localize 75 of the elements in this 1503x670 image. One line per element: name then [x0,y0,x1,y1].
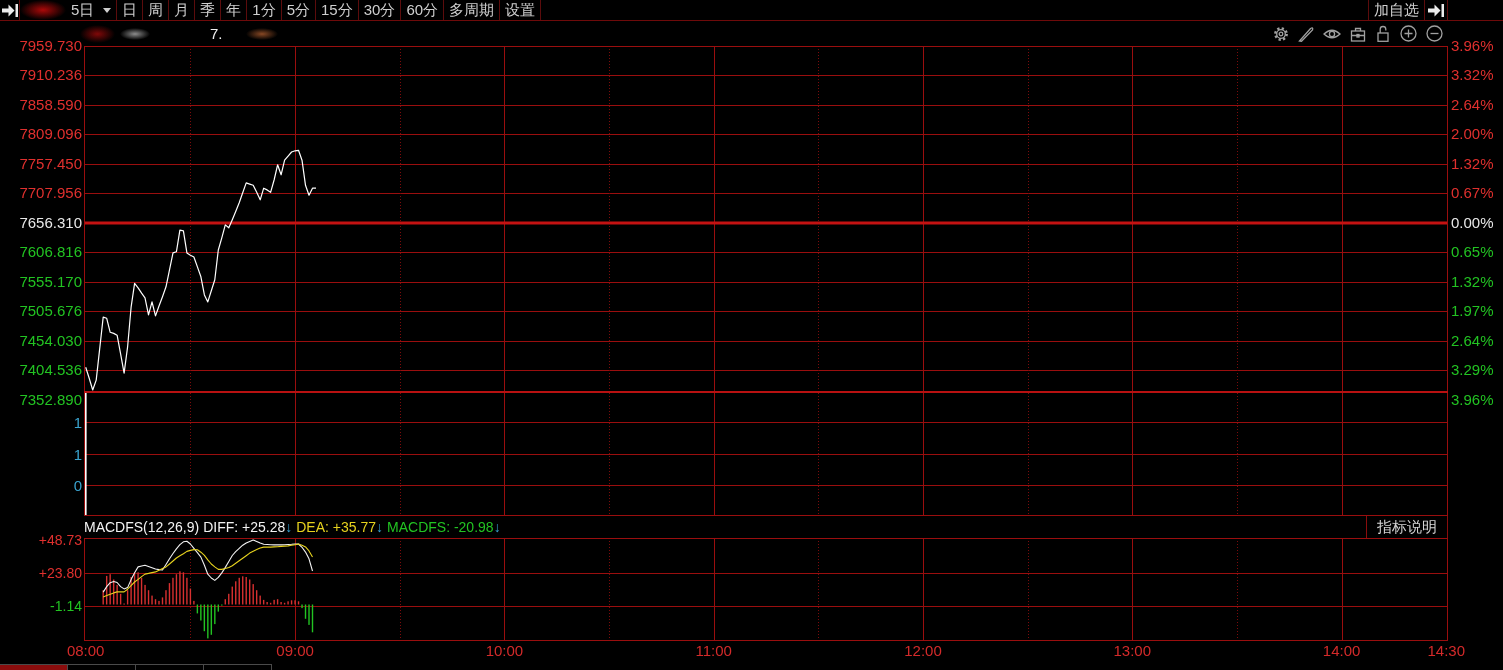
price-axis-label: 7959.730 [19,37,82,54]
time-axis-label: 14:00 [1322,642,1361,659]
briefcase-icon[interactable] [1350,25,1366,42]
time-axis-label: 11:00 [695,642,732,659]
caret-icon [103,7,112,13]
blurred-area [120,27,150,40]
indicator-reading: MACDFS: -20.98 [387,519,494,535]
price-axis-label: 7656.310 [19,214,82,231]
macd-axis-label: +48.73 [38,532,82,548]
period-tab[interactable]: 月 [169,0,196,20]
indicator-reading: DIFF: +25.28 [203,519,286,535]
volume-axis-label: 0 [73,476,82,494]
percent-axis-label: 2.64% [1451,332,1494,349]
indicator-name: MACDFS(12,26,9) [84,519,200,535]
time-axis-label: 10:00 [485,642,524,659]
period-tab[interactable]: 周 [143,0,170,20]
price-axis-label: 7454.030 [19,332,82,349]
period-tab[interactable]: 年 [221,0,248,20]
period-tab[interactable]: 1分 [247,0,282,20]
quote-value: 7. [210,25,223,42]
add-watchlist-button[interactable]: 加自选 [1368,0,1424,20]
plus-circle-icon[interactable] [1400,25,1417,42]
percent-axis-label: 1.97% [1451,301,1494,319]
volume-axis-label: 1 [73,445,82,463]
period-tab[interactable]: 15分 [316,0,359,20]
blurred-area [80,24,115,43]
time-axis-label: 08:00 [66,642,105,659]
period-tab[interactable]: 5分 [281,0,317,20]
time-axis-label: 12:00 [904,642,942,659]
percent-axis-label: 1.32% [1451,155,1494,172]
price-axis-label: 7606.816 [19,242,82,260]
percent-axis-label: 0.00% [1451,214,1494,231]
period-tab[interactable]: 30分 [358,0,402,20]
price-axis-label: 7910.236 [19,65,82,83]
period-tab[interactable]: 季 [195,0,222,20]
price-axis-label: 7707.956 [19,183,82,201]
percent-axis-label: 3.96% [1451,391,1494,408]
blurred-area [20,0,66,20]
padlock-icon[interactable] [1375,25,1391,42]
macd-axis-label: -1.14 [50,598,82,615]
trend-arrow: ↓ [493,519,501,535]
percent-axis-label: 0.67% [1451,183,1494,201]
period-tab[interactable]: 60分 [401,0,445,20]
period-dropdown[interactable]: 5日 [66,0,118,20]
period-tab[interactable]: 多周期 [444,0,501,20]
percent-axis-label: 0.65% [1451,242,1494,260]
percent-axis-label: 2.64% [1451,96,1494,113]
trend-arrow: ↓ [285,519,293,535]
time-axis-label: 09:00 [276,642,314,659]
trend-arrow: ↓ [376,519,384,535]
price-axis-label: 7505.676 [19,301,82,319]
toolbar-button[interactable]: 设置 [500,0,542,20]
arrow-to-bar-icon[interactable] [1428,3,1444,17]
percent-axis-label: 3.32% [1451,65,1494,83]
price-axis-label: 7809.096 [19,124,82,142]
indicator-reading: DEA: +35.77 [296,519,377,535]
percent-axis-label: 3.96% [1451,37,1494,54]
time-axis-label: 13:00 [1113,642,1152,659]
period-tab[interactable]: 日 [117,0,144,20]
minus-circle-icon[interactable] [1426,25,1443,42]
price-axis-label: 7555.170 [19,273,82,290]
arrow-to-bar-icon[interactable] [1,3,18,17]
gear-icon[interactable] [1273,25,1289,42]
price-axis-label: 7404.536 [19,360,82,378]
macd-axis-label: +23.80 [38,565,82,581]
volume-axis-label: 1 [73,413,82,431]
time-axis-label: 14:30 [1427,642,1466,659]
price-axis-label: 7858.590 [19,96,82,113]
percent-axis-label: 1.32% [1451,273,1494,290]
pen-icon[interactable] [1298,25,1314,42]
price-axis-label: 7757.450 [19,155,82,172]
indicator-help-button[interactable]: 指标说明 [1366,516,1448,538]
percent-axis-label: 3.29% [1451,360,1494,378]
percent-axis-label: 2.00% [1451,124,1494,142]
price-axis-label: 7352.890 [19,391,82,408]
